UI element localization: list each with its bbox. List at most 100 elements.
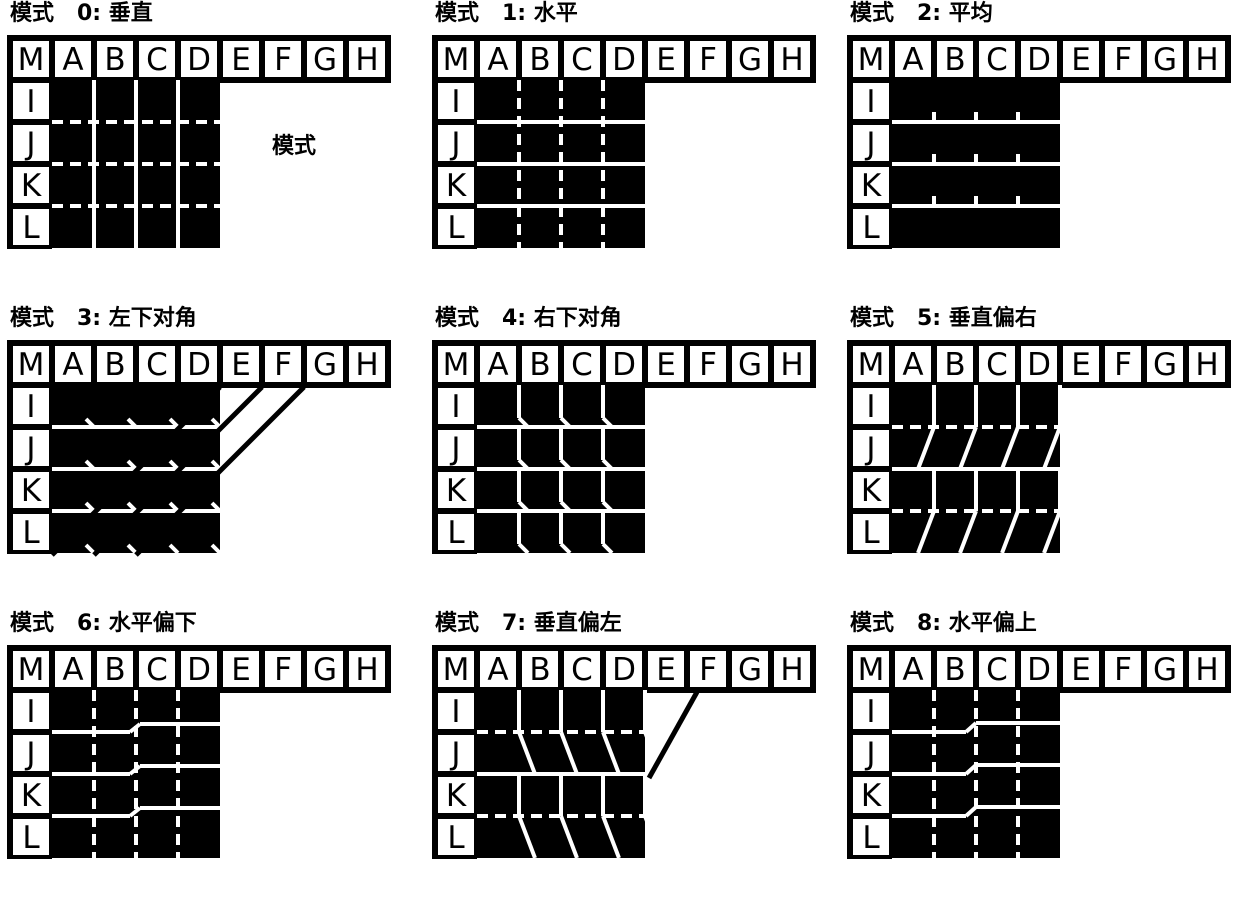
row-header-label: K (861, 778, 882, 814)
column-header-label: M (18, 42, 45, 78)
mode-panel-0: 模式 0: 垂直 M A B C D E F G H I J K L 模式 (0, 0, 413, 293)
column-header-label: M (858, 652, 885, 688)
column-header-label: E (231, 652, 251, 688)
column-header-label: D (1027, 42, 1051, 78)
mode-annotation-label: 模式 (272, 134, 317, 159)
mode-panel-title-6: 模式 6: 水平偏下 (10, 611, 197, 636)
column-header-label: E (1071, 652, 1091, 688)
column-header-label: B (944, 42, 965, 78)
column-header-label: C (986, 347, 1008, 383)
column-header-label: E (231, 347, 251, 383)
mode-diagram-4: M A B C D E F G H IJKL (432, 340, 816, 555)
row-header-label: J (449, 126, 460, 162)
row-header-label: K (21, 473, 42, 509)
column-header-label: C (986, 652, 1008, 688)
mode-panel-8: 模式 8: 水平偏上 M A B C D E F G H I J K L (840, 610, 1239, 903)
mode-panel-1: 模式 1: 水平 M A B C D E F G H I J K L (425, 0, 838, 293)
row-header-label: I (26, 389, 35, 425)
column-header-label: A (487, 347, 508, 383)
column-header-label: B (104, 347, 125, 383)
column-header-label: D (1027, 652, 1051, 688)
row-header-label: I (866, 84, 875, 120)
mode-diagram-6: M A B C D E F G H IJKL (7, 645, 391, 859)
row-header-label: I (451, 84, 460, 120)
column-header-label: B (944, 347, 965, 383)
mode-panel-title-2: 模式 2: 平均 (850, 1, 993, 26)
mode-panel-title-5: 模式 5: 垂直偏右 (850, 306, 1037, 331)
column-header-label: H (1195, 42, 1218, 78)
mode-panel-title-1: 模式 1: 水平 (435, 1, 578, 26)
column-header-label: D (612, 652, 636, 688)
column-header-label: D (612, 42, 636, 78)
column-header-label: A (902, 652, 923, 688)
row-header-label: L (22, 820, 40, 856)
column-header-label: F (1114, 347, 1132, 383)
column-header-label: H (780, 42, 803, 78)
column-header-label: E (656, 42, 676, 78)
row-header-label: L (862, 515, 880, 551)
column-header-label: A (902, 42, 923, 78)
mode-diagram-0: M A B C D E F G H IJKL (7, 35, 391, 249)
row-header-label: J (24, 736, 35, 772)
column-header-label: G (313, 42, 337, 78)
column-header-label: B (944, 652, 965, 688)
mode-diagram-5: M A B C D E F G H IJKL (847, 340, 1231, 554)
row-header-label: K (861, 168, 882, 204)
column-header-label: G (1153, 347, 1177, 383)
row-header-label: J (449, 736, 460, 772)
row-header-label: I (866, 389, 875, 425)
mode-panel-7: 模式 7: 垂直偏左 M A B C D E F G H I J K L (425, 610, 838, 903)
column-header-label: A (487, 652, 508, 688)
column-header-label: B (104, 652, 125, 688)
mode-panel-5: 模式 5: 垂直偏右 M A B C D E F G H I J K L (840, 305, 1239, 598)
column-header-label: A (62, 42, 83, 78)
mode-panel-title-0: 模式 0: 垂直 (10, 1, 153, 26)
column-header-label: H (1195, 652, 1218, 688)
column-header-label: H (780, 652, 803, 688)
row-header-label: K (861, 473, 882, 509)
row-header-label: J (24, 431, 35, 467)
column-header-label: H (1195, 347, 1218, 383)
column-header-label: A (62, 347, 83, 383)
column-header-label: E (656, 652, 676, 688)
column-header-label: C (571, 652, 593, 688)
mode-panel-title-4: 模式 4: 右下对角 (435, 306, 622, 331)
row-header-label: I (451, 694, 460, 730)
column-header-label: F (699, 652, 717, 688)
row-header-label: L (447, 820, 465, 856)
column-header-label: A (62, 652, 83, 688)
mode-diagram-2: M A B C D E F G H IJKL (847, 35, 1231, 249)
column-header-label: F (699, 42, 717, 78)
column-header-label: M (443, 42, 470, 78)
column-header-label: G (738, 42, 762, 78)
column-header-label: B (529, 42, 550, 78)
row-header-label: I (451, 389, 460, 425)
column-header-label: D (1027, 347, 1051, 383)
column-header-label: G (738, 652, 762, 688)
column-header-label: H (780, 347, 803, 383)
mode-panel-3: 模式 3: 左下对角 M A B C D E F G H I J K L (0, 305, 413, 598)
column-header-label: F (1114, 42, 1132, 78)
column-header-label: E (656, 347, 676, 383)
column-header-label: C (571, 347, 593, 383)
row-header-label: L (862, 210, 880, 246)
mode-panel-title-8: 模式 8: 水平偏上 (850, 611, 1037, 636)
column-header-label: B (529, 347, 550, 383)
column-header-label: D (187, 652, 211, 688)
row-header-label: K (446, 778, 467, 814)
column-header-label: M (443, 652, 470, 688)
row-header-label: J (24, 126, 35, 162)
column-header-label: M (858, 347, 885, 383)
column-header-label: D (187, 347, 211, 383)
column-header-label: M (858, 42, 885, 78)
column-header-label: B (529, 652, 550, 688)
column-header-label: B (104, 42, 125, 78)
mode-diagram-8: M A B C D E F G H IJKL (847, 645, 1231, 859)
mode-diagram-3: M A B C D E F G H IJKL (7, 340, 391, 557)
row-header-label: K (446, 168, 467, 204)
column-header-label: C (986, 42, 1008, 78)
column-header-label: F (274, 42, 292, 78)
row-header-label: L (22, 515, 40, 551)
column-header-label: F (699, 347, 717, 383)
column-header-label: A (487, 42, 508, 78)
